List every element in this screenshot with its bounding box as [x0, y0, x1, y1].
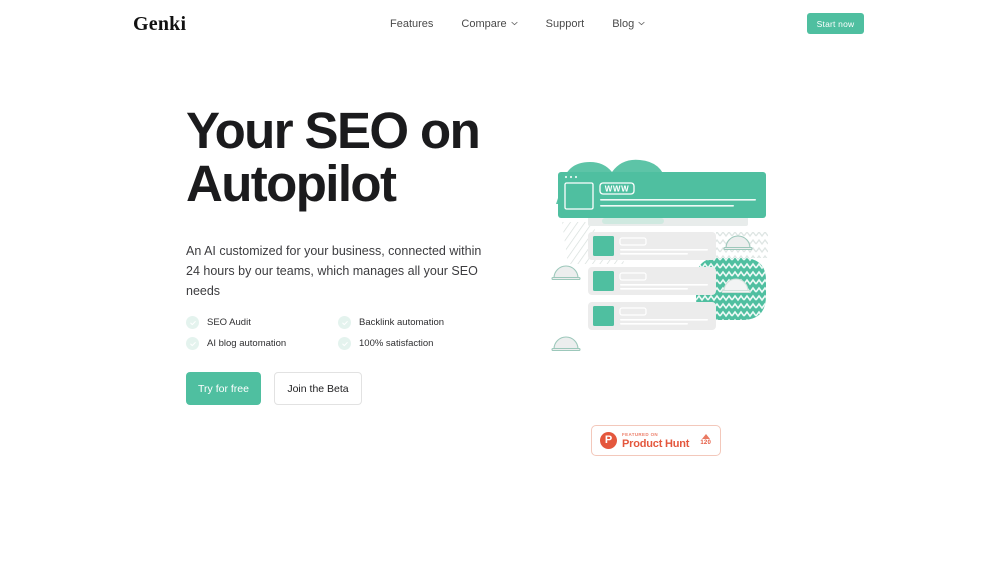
nav-item-label: Blog: [612, 18, 635, 30]
chevron-down-icon: [511, 20, 518, 27]
list-item: AI blog automation: [186, 337, 338, 350]
product-hunt-upvotes[interactable]: 120: [700, 433, 712, 448]
nav-item-compare[interactable]: Compare: [461, 16, 518, 32]
nav-item-label: Compare: [461, 18, 507, 30]
product-hunt-text: FEATURED ON Product Hunt: [622, 432, 689, 450]
hero-cta-row: Try for free Join the Beta: [186, 372, 362, 405]
list-item-label: Backlink automation: [359, 317, 445, 328]
list-item-label: 100% satisfaction: [359, 338, 434, 349]
brand-logo[interactable]: Genki: [133, 12, 186, 36]
dome-shape: [551, 265, 581, 281]
hero-section: Your SEO on Autopilot An AI customized f…: [186, 102, 516, 405]
main-navigation: Features Compare Support Blog: [390, 16, 645, 32]
feature-list: SEO Audit Backlink automation AI blog au…: [186, 316, 486, 350]
page-title: Your SEO on Autopilot: [186, 102, 481, 212]
list-item-label: AI blog automation: [207, 338, 287, 349]
browser-www-badge: WWW: [605, 185, 629, 194]
nav-item-support[interactable]: Support: [546, 16, 585, 32]
list-item: Backlink automation: [338, 316, 490, 329]
site-header: Genki Features Compare Support Blog Star…: [0, 0, 1000, 48]
list-item: SEO Audit: [186, 316, 338, 329]
dome-shape: [551, 336, 581, 352]
check-circle-icon: [186, 316, 199, 329]
start-now-button[interactable]: Start now: [807, 13, 864, 34]
illustration-svg: WWW: [551, 159, 768, 352]
check-circle-icon: [338, 337, 351, 350]
nav-item-features[interactable]: Features: [390, 16, 433, 32]
try-for-free-button[interactable]: Try for free: [186, 372, 261, 405]
hero-subtitle: An AI customized for your business, conn…: [186, 244, 482, 298]
upvote-count: 120: [700, 439, 711, 446]
nav-item-label: Support: [545, 18, 585, 30]
nav-item-blog[interactable]: Blog: [612, 16, 645, 32]
product-hunt-name: Product Hunt: [622, 437, 690, 450]
list-item-label: SEO Audit: [207, 317, 251, 328]
chevron-down-icon: [638, 20, 645, 27]
product-hunt-logo-icon: P: [600, 432, 617, 449]
check-circle-icon: [338, 316, 351, 329]
nav-item-label: Features: [390, 18, 434, 30]
product-hunt-badge[interactable]: P FEATURED ON Product Hunt 120: [591, 425, 721, 456]
seo-dashboard-illustration: WWW: [540, 150, 790, 380]
list-item: 100% satisfaction: [338, 337, 490, 350]
check-circle-icon: [186, 337, 199, 350]
join-the-beta-button[interactable]: Join the Beta: [274, 372, 362, 405]
